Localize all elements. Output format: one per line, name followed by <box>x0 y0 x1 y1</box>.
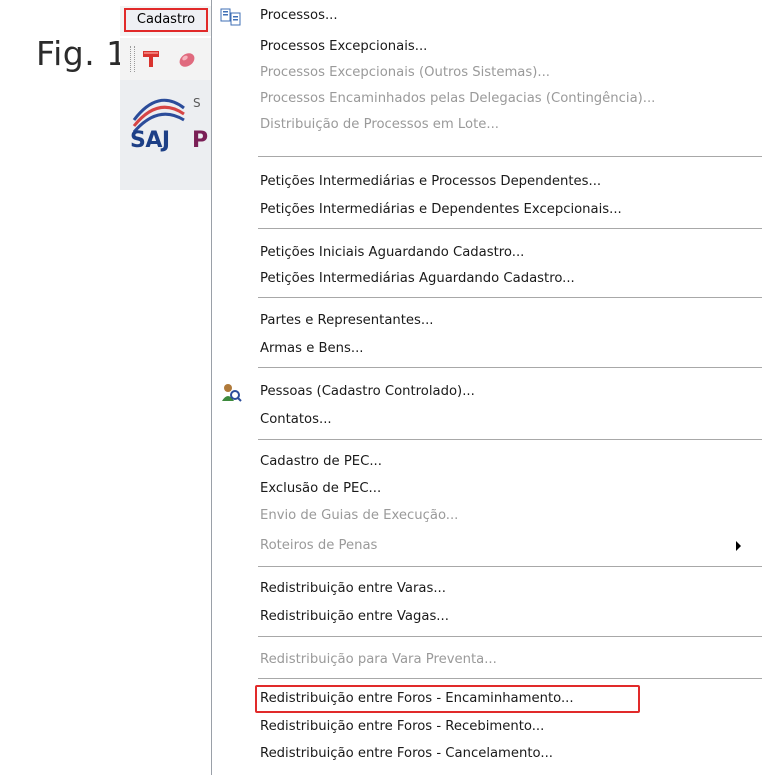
menu-separator <box>258 566 762 568</box>
menu-item-peticoes-intermediarias-aguardando[interactable]: Petições Intermediárias Aguardando Cadas… <box>260 268 575 290</box>
menu-item-distribuicao-lote[interactable]: Distribuição de Processos em Lote... <box>260 114 499 136</box>
menu-item-armas-bens[interactable]: Armas e Bens... <box>260 338 363 360</box>
menu-item-processos-encaminhados[interactable]: Processos Encaminhados pelas Delegacias … <box>260 88 655 110</box>
app-banner-letter: P <box>192 128 209 153</box>
menu-separator <box>258 678 762 680</box>
toolbar <box>120 38 212 81</box>
app-banner-letter: S <box>193 96 201 110</box>
menu-item-peticoes-intermediarias-dependentes[interactable]: Petições Intermediárias e Processos Depe… <box>260 171 601 193</box>
menu-separator <box>258 297 762 299</box>
highlight-annotation-box <box>255 685 640 713</box>
menu-item-partes-representantes[interactable]: Partes e Representantes... <box>260 310 434 332</box>
menu-item-redistribuicao-vara-preventa[interactable]: Redistribuição para Vara Preventa... <box>260 649 497 671</box>
menu-cadastro[interactable]: Cadastro <box>124 8 208 32</box>
menu-item-redistribuicao-varas[interactable]: Redistribuição entre Varas... <box>260 578 446 600</box>
menu-item-processos-excepcionais[interactable]: Processos Excepcionais... <box>260 36 427 58</box>
menu-item-redistribuicao-foros-recebimento[interactable]: Redistribuição entre Foros - Recebimento… <box>260 716 544 738</box>
pin-icon[interactable] <box>140 48 162 70</box>
process-list-icon <box>220 8 241 26</box>
submenu-arrow-icon <box>736 541 741 551</box>
tag-icon[interactable] <box>176 48 198 70</box>
menu-item-exclusao-pec[interactable]: Exclusão de PEC... <box>260 478 381 500</box>
menu-separator <box>258 228 762 230</box>
menu-separator <box>258 156 762 158</box>
menu-item-processos[interactable]: Processos... <box>260 5 338 27</box>
menu-item-roteiros-penas[interactable]: Roteiros de Penas <box>260 535 377 557</box>
menu-item-envio-guias-execucao[interactable]: Envio de Guias de Execução... <box>260 505 458 527</box>
menu-item-peticoes-dependentes-excepcionais[interactable]: Petições Intermediárias e Dependentes Ex… <box>260 199 622 221</box>
menu-item-cadastro-pec[interactable]: Cadastro de PEC... <box>260 451 382 473</box>
cadastro-dropdown-menu: Processos... Processos Excepcionais... P… <box>211 0 762 775</box>
menu-item-processos-excepcionais-outros[interactable]: Processos Excepcionais (Outros Sistemas)… <box>260 62 550 84</box>
menu-separator <box>258 367 762 369</box>
person-search-icon <box>222 384 242 402</box>
figure-label: Fig. 1 <box>36 34 128 73</box>
menu-item-peticoes-iniciais-aguardando[interactable]: Petições Iniciais Aguardando Cadastro... <box>260 242 524 264</box>
menu-item-pessoas-cadastro-controlado[interactable]: Pessoas (Cadastro Controlado)... <box>260 381 475 403</box>
menu-item-contatos[interactable]: Contatos... <box>260 409 332 431</box>
toolbar-grip[interactable] <box>130 46 135 72</box>
menu-separator <box>258 439 762 441</box>
menu-separator <box>258 636 762 638</box>
menu-item-redistribuicao-foros-cancelamento[interactable]: Redistribuição entre Foros - Cancelament… <box>260 743 553 765</box>
saj-logo-text: SAJ <box>130 128 170 153</box>
menu-item-redistribuicao-vagas[interactable]: Redistribuição entre Vagas... <box>260 606 449 628</box>
